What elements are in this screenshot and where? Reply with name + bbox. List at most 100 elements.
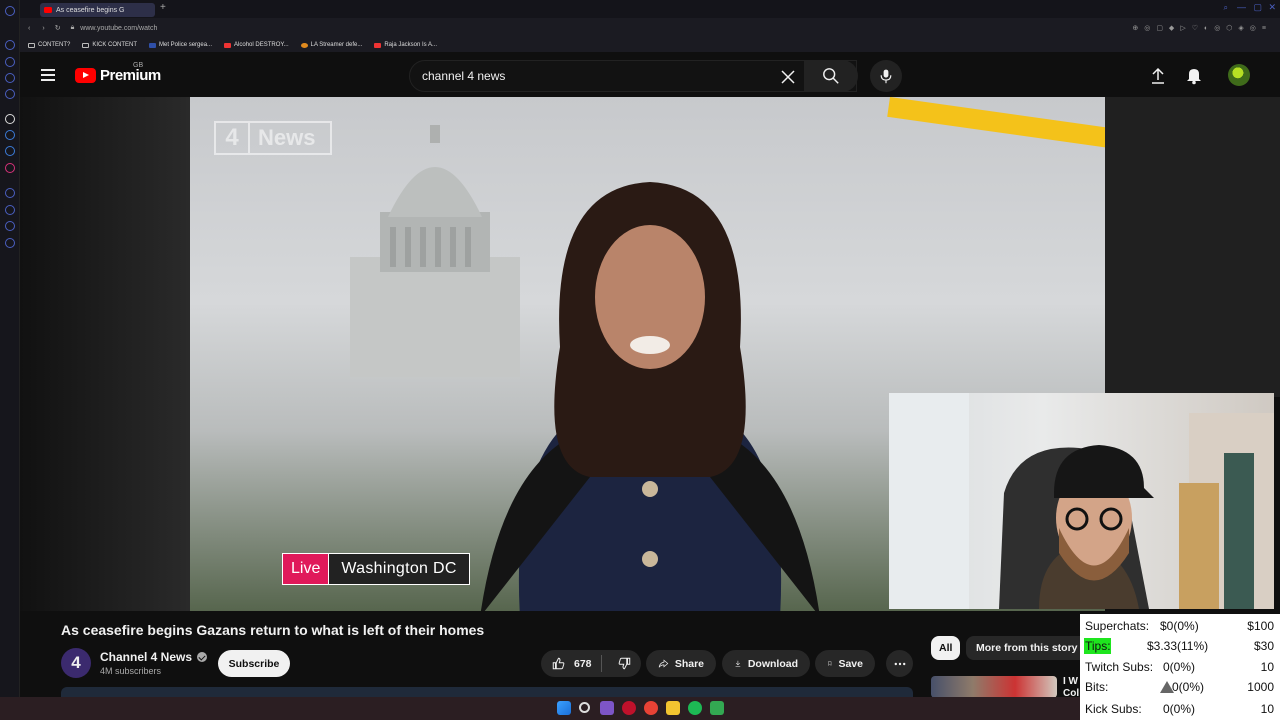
account-avatar[interactable] [1228, 64, 1250, 86]
chrome-app-icon[interactable] [644, 701, 658, 715]
bookmark-item[interactable]: Alcohol DESTROY... [224, 42, 289, 48]
youtube-icon [224, 42, 232, 48]
streamer-webcam [889, 393, 1274, 609]
bookmark-item[interactable]: Raja Jackson Is A... [374, 42, 437, 48]
share-label: Share [674, 657, 704, 670]
search-button[interactable] [804, 60, 858, 92]
youtube-logo[interactable]: Premium [75, 67, 161, 84]
like-button[interactable]: 678 [541, 650, 595, 677]
subscribe-button[interactable]: Subscribe [218, 650, 290, 677]
country-code: GB [133, 62, 144, 69]
sidebar-app-icon[interactable] [5, 40, 15, 50]
stat-value: 0(0%) [1163, 702, 1196, 716]
menu-icon[interactable] [41, 69, 55, 81]
tab-active[interactable]: As ceasefire begins G [40, 3, 155, 17]
messenger-icon[interactable] [5, 130, 15, 140]
stat-goal: 10 [1260, 702, 1274, 716]
clear-search-icon[interactable] [780, 69, 796, 85]
sidebar-app-icon[interactable] [5, 57, 15, 67]
youtube-play-icon [75, 68, 96, 83]
logo-text: Premium [100, 67, 161, 84]
search-tabs-icon[interactable]: ⌕ [1224, 3, 1228, 13]
opera-logo-icon[interactable] [5, 6, 15, 16]
minimize-icon[interactable]: — [1237, 2, 1246, 12]
save-button[interactable]: Save [815, 650, 875, 677]
video-title: As ceasefire begins Gazans return to wha… [61, 622, 485, 638]
download-label: Download [747, 657, 798, 670]
share-icon [658, 659, 669, 668]
folder-icon [82, 42, 90, 48]
sidebar-app-icon[interactable] [5, 73, 15, 83]
file-explorer-icon[interactable] [666, 701, 680, 715]
bookmark-item[interactable]: Met Police sergea... [149, 42, 212, 48]
search-box [409, 60, 858, 92]
sidebar-app-icon[interactable] [5, 188, 15, 198]
windows-start-icon[interactable] [557, 701, 571, 715]
more-actions-button[interactable] [886, 650, 913, 677]
browser-sidebar [0, 0, 20, 720]
sidebar-app-icon[interactable] [5, 114, 15, 124]
sidebar-app-icon[interactable] [5, 221, 15, 231]
stat-goal: 10 [1260, 660, 1274, 674]
bookmark-item[interactable]: CONTENT? [28, 42, 70, 48]
channel-name-link[interactable]: Channel 4 News [100, 650, 208, 664]
taskbar-search-icon[interactable] [579, 702, 590, 713]
maximize-icon[interactable]: ▢ [1253, 2, 1262, 13]
reporter-image [480, 182, 820, 611]
stat-row-superchats: Superchats: $0(0%) $100 [1084, 616, 1276, 636]
download-button[interactable]: Download [722, 650, 810, 677]
settings-icon[interactable] [5, 238, 15, 248]
stat-label: Bits: [1085, 680, 1109, 694]
share-button[interactable]: Share [646, 650, 716, 677]
site-icon [149, 42, 157, 48]
stat-row-bits: Bits: 0(0%) 1000 [1084, 677, 1276, 697]
instagram-icon[interactable] [5, 163, 15, 173]
reload-icon[interactable]: ↻ [55, 24, 61, 32]
chip-more-from-this-story[interactable]: More from this story [966, 636, 1088, 660]
xbox-app-icon[interactable] [710, 701, 724, 715]
spotify-app-icon[interactable] [688, 701, 702, 715]
recommended-video-thumbnail[interactable] [931, 676, 1057, 698]
stat-goal: $30 [1253, 639, 1274, 653]
channel-avatar[interactable]: 4 [61, 648, 91, 678]
search-input[interactable] [422, 61, 782, 91]
messenger-icon[interactable] [5, 146, 15, 156]
browser-toolbar-icons[interactable]: ⊕◎▢◆▷♡◐◎⬡◈◎≡ [1132, 24, 1272, 32]
url-field[interactable]: www.youtube.com/watch [80, 25, 157, 32]
dislike-button[interactable] [608, 650, 641, 677]
history-icon[interactable] [5, 205, 15, 215]
stream-goals-overlay: Superchats: $0(0%) $100 Tips: $3.33(11%)… [1080, 614, 1280, 720]
forward-icon[interactable]: › [42, 25, 44, 32]
like-dislike-group: 678 [541, 650, 641, 677]
address-bar: ‹ › ↻ 🔒︎ www.youtube.com/watch ⊕◎▢◆▷♡◐◎⬡… [20, 18, 1280, 38]
webcam-image [889, 393, 1274, 609]
stat-label: Kick Subs: [1085, 702, 1142, 716]
upload-icon[interactable] [1148, 66, 1168, 86]
chip-all[interactable]: All [931, 636, 961, 660]
voice-search-button[interactable] [870, 60, 902, 92]
sidebar-app-icon[interactable] [5, 89, 15, 99]
notifications-bell-icon[interactable] [1184, 65, 1204, 85]
site-icon [300, 42, 308, 48]
bookmarks-bar: CONTENT? KICK CONTENT Met Police sergea.… [20, 38, 1280, 52]
bookmark-icon [828, 661, 832, 666]
stat-value: 0(0%) [1163, 660, 1196, 674]
description-box[interactable] [61, 687, 913, 697]
bookmark-item[interactable]: KICK CONTENT [82, 42, 137, 48]
live-badge: Live [283, 554, 330, 584]
bookmark-item[interactable]: LA Streamer defe... [300, 42, 362, 48]
youtube-favicon-icon [44, 7, 52, 13]
stat-value: $3.33(11%) [1147, 639, 1209, 653]
verified-icon [197, 652, 208, 662]
back-icon[interactable]: ‹ [28, 25, 30, 32]
twitch-app-icon[interactable] [600, 701, 614, 715]
channel-name: Channel 4 News [100, 650, 193, 664]
new-tab-button[interactable]: + [160, 2, 166, 13]
thumbs-up-icon [552, 657, 565, 670]
subscriber-count: 4M subscribers [100, 666, 162, 676]
close-window-icon[interactable]: ✕ [1268, 2, 1276, 13]
like-count: 678 [574, 657, 592, 670]
cinematic-glow-right [1105, 97, 1280, 397]
opera-app-icon[interactable] [622, 701, 636, 715]
youtube-header: Premium GB [20, 52, 1280, 98]
